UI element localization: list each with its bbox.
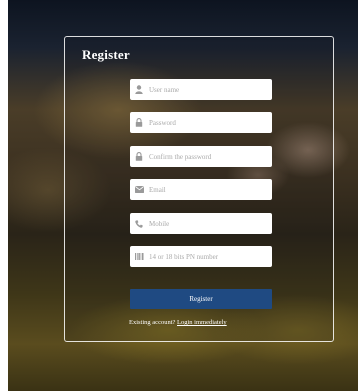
existing-account-text: Existing account? — [129, 319, 176, 326]
phone-icon — [134, 219, 144, 229]
mobile-input[interactable] — [149, 214, 267, 233]
mobile-field[interactable] — [130, 213, 272, 234]
barcode-icon — [134, 252, 144, 262]
email-icon — [134, 185, 144, 195]
pn-number-input[interactable] — [149, 247, 267, 266]
login-prompt: Existing account? Login immediately — [129, 319, 227, 326]
lock-icon — [134, 118, 144, 128]
user-icon — [134, 85, 144, 95]
email-field[interactable] — [130, 179, 272, 200]
confirm-password-input[interactable] — [149, 147, 267, 166]
username-field[interactable] — [130, 79, 272, 100]
lock-icon — [134, 152, 144, 162]
email-input[interactable] — [149, 180, 267, 199]
register-panel: Register User name Email Mobile 14 or 18… — [64, 36, 334, 342]
form-title: Register — [82, 47, 130, 62]
login-link[interactable]: Login immediately — [177, 319, 227, 326]
password-field[interactable] — [130, 112, 272, 133]
password-input[interactable] — [149, 113, 267, 132]
register-button[interactable]: Register — [130, 289, 272, 309]
username-input[interactable] — [149, 80, 267, 99]
confirm-password-field[interactable] — [130, 146, 272, 167]
background-image: Register User name Email Mobile 14 or 18… — [8, 0, 358, 391]
pn-number-field[interactable] — [130, 246, 272, 267]
